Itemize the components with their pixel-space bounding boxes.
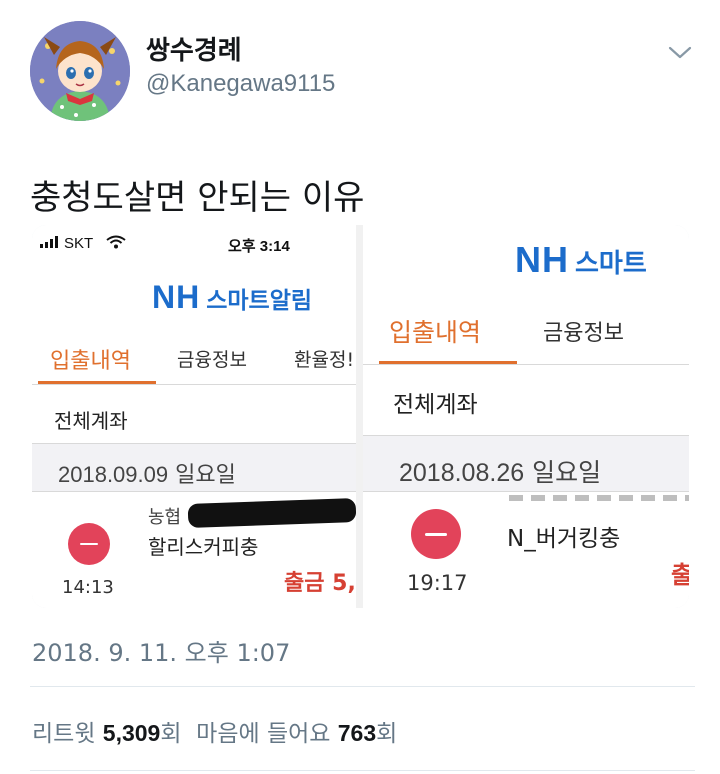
withdrawal-minus-icon (411, 509, 461, 559)
account-selector[interactable]: 전체계좌 (393, 385, 478, 419)
like-stat[interactable]: 마음에 들어요 763회 (196, 720, 398, 747)
divider (363, 364, 689, 365)
withdraw-amount: 출 (671, 561, 689, 589)
retweet-unit: 회 (160, 721, 182, 747)
tab-exchange-rate[interactable]: 환율정! (294, 345, 354, 372)
nh-logo: NH 스마트알림 (152, 279, 312, 316)
media-image-left[interactable]: SKT 오후 3:14 NH 스마트알림 입출내역 금융정보 환율정! 전체계좌 … (32, 225, 356, 608)
author-display-name[interactable]: 쌍수경례 (146, 30, 242, 67)
retweet-count: 5,309 (102, 720, 161, 746)
carrier-label: SKT (64, 235, 94, 252)
account-selector[interactable]: 전체계좌 (54, 405, 128, 434)
transaction-time: 19:17 (407, 571, 468, 595)
divider (30, 686, 695, 687)
tweet-timestamp[interactable]: 2018. 9. 11. 오후 1:07 (32, 633, 290, 668)
divider (32, 384, 356, 385)
withdrawal-minus-icon (68, 523, 110, 565)
signal-icon (40, 235, 60, 252)
transaction-date: 2018.09.09 일요일 (58, 457, 236, 489)
phone-time: 오후 3:14 (228, 238, 290, 255)
tab-financial-info[interactable]: 금융정보 (177, 345, 247, 372)
divider (30, 770, 695, 771)
date-value: 2018.08.26 (399, 459, 525, 487)
date-value: 2018.09.09 (58, 462, 169, 487)
like-count: 763 (337, 720, 377, 746)
weekday-label: 일요일 (175, 463, 236, 488)
transaction-time: 14:13 (62, 577, 114, 598)
weekday-label: 일요일 (532, 458, 602, 487)
wifi-icon (106, 235, 126, 253)
avatar[interactable] (30, 21, 130, 121)
nh-logo: NH 스마트 (515, 239, 647, 281)
retweet-stat[interactable]: 리트윗 5,309회 (32, 720, 182, 747)
merchant-name: N_버거킹충 (507, 526, 621, 552)
chevron-down-icon[interactable] (666, 42, 694, 62)
nh-logo-mark: NH (515, 239, 569, 280)
media-image-right[interactable]: NH 스마트 입출내역 금융정보 전체계좌 2018.08.26 일요일 N_버거… (363, 225, 689, 608)
transaction-date: 2018.08.26 일요일 (399, 453, 601, 489)
image-gap (356, 225, 363, 608)
bank-line: 농협 (148, 507, 182, 528)
tweet-stats: 리트윗 5,309회 마음에 들어요 763회 (32, 714, 397, 748)
retweet-label: 리트윗 (32, 721, 96, 747)
author-handle[interactable]: @Kanegawa9115 (146, 70, 335, 98)
tab-transactions[interactable]: 입출내역 (389, 313, 481, 349)
like-label: 마음에 들어요 (196, 721, 331, 747)
tweet-text: 충청도살면 안되는 이유 (30, 178, 365, 218)
like-unit: 회 (376, 721, 398, 747)
tab-transactions[interactable]: 입출내역 (50, 343, 131, 375)
cut-off-text (509, 495, 689, 501)
merchant-name: 할리스커피충 (148, 535, 259, 559)
tweet-media[interactable]: SKT 오후 3:14 NH 스마트알림 입출내역 금융정보 환율정! 전체계좌 … (32, 225, 689, 608)
nh-logo-mark: NH (152, 279, 201, 315)
anime-girl-avatar-icon (30, 21, 130, 121)
tab-financial-info[interactable]: 금융정보 (543, 315, 624, 347)
nh-logo-subtitle: 스마트알림 (206, 287, 313, 313)
nh-logo-subtitle: 스마트 (575, 248, 647, 278)
withdraw-amount: 출금 5, (284, 571, 356, 596)
